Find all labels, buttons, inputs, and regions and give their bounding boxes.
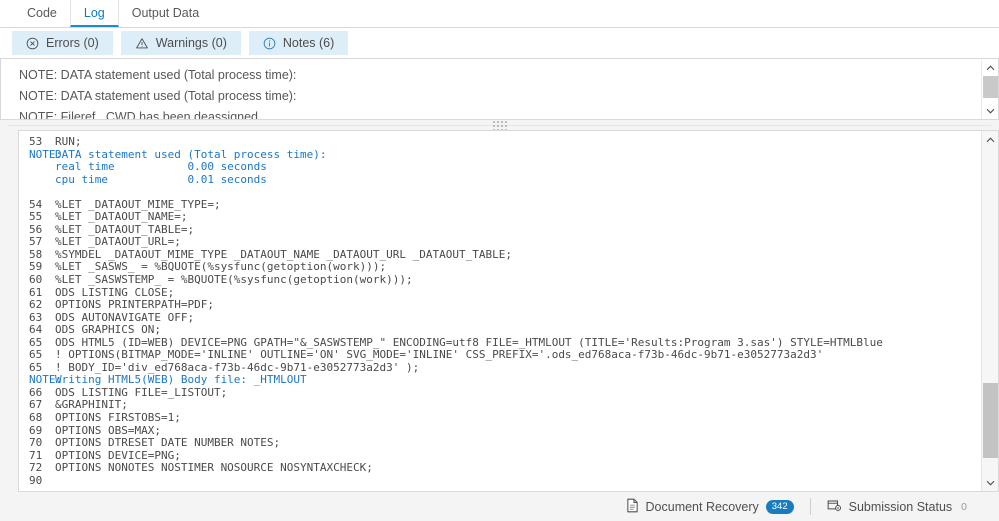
log-line-text: %LET _DATAOUT_MIME_TYPE=;: [55, 198, 221, 211]
log-line-text: OPTIONS DEVICE=PNG;: [55, 449, 181, 462]
log-line-text: ! BODY_ID='div_ed768aca-f73b-46dc-9b71-e…: [55, 361, 419, 374]
panel-splitter[interactable]: [0, 120, 999, 130]
scroll-up-icon[interactable]: [982, 59, 999, 76]
sas-studio-log-view: Code Log Output Data Errors (0): [0, 0, 999, 521]
log-panel-scrollbar[interactable]: [981, 131, 998, 491]
log-line-text: RUN;: [55, 135, 82, 148]
log-line-number: 64: [19, 324, 55, 337]
notes-filter-label: Notes (6): [283, 36, 334, 50]
log-line-text: ODS AUTONAVIGATE OFF;: [55, 311, 194, 324]
log-code-line[interactable]: 72OPTIONS NONOTES NOSTIMER NOSOURCE NOSY…: [19, 462, 981, 475]
log-line-text: OPTIONS NONOTES NOSTIMER NOSOURCE NOSYNT…: [55, 461, 373, 474]
log-line-number: 53: [19, 136, 55, 149]
log-line-text: ! OPTIONS(BITMAP_MODE='INLINE' OUTLINE='…: [55, 348, 823, 361]
tab-output-data[interactable]: Output Data: [119, 0, 212, 27]
log-panel-scroll-thumb[interactable]: [983, 383, 998, 458]
tab-code[interactable]: Code: [14, 0, 70, 27]
warnings-filter-button[interactable]: Warnings (0): [121, 31, 241, 55]
log-line-text: OPTIONS FIRSTOBS=1;: [55, 411, 181, 424]
status-bar: Document Recovery 342 Submission Status …: [0, 492, 999, 521]
tab-code-label: Code: [27, 6, 57, 20]
log-filter-list: Errors (0) Warnings (0): [0, 28, 999, 58]
error-circle-icon: [26, 37, 39, 50]
document-recovery-count-badge: 342: [766, 500, 794, 514]
log-line-text: %SYMDEL _DATAOUT_MIME_TYPE _DATAOUT_NAME…: [55, 248, 512, 261]
scroll-down-icon[interactable]: [982, 102, 999, 119]
log-code-line[interactable]: 90: [19, 475, 981, 488]
note-line[interactable]: NOTE: Fileref _CWD has been deassigned.: [19, 107, 998, 120]
submission-icon: [827, 498, 842, 516]
document-recovery-label: Document Recovery: [646, 500, 759, 514]
log-line-number: 55: [19, 211, 55, 224]
log-line-text: ODS LISTING CLOSE;: [55, 286, 174, 299]
editor-tabstrip: Code Log Output Data: [0, 0, 999, 28]
log-note-line[interactable]: cpu time 0.01 seconds: [19, 174, 981, 187]
warnings-filter-label: Warnings (0): [156, 36, 227, 50]
note-line[interactable]: NOTE: DATA statement used (Total process…: [19, 86, 998, 107]
notes-filter-button[interactable]: Notes (6): [249, 31, 348, 55]
document-recovery-button[interactable]: Document Recovery 342: [610, 498, 810, 516]
tab-list: Code Log Output Data: [0, 0, 999, 27]
log-code-body[interactable]: 53RUN;NOTE:DATA statement used (Total pr…: [19, 131, 981, 487]
scroll-up-icon[interactable]: [982, 131, 999, 148]
log-line-text: ODS LISTING FILE=_LISTOUT;: [55, 386, 227, 399]
log-scroll-region[interactable]: 53RUN;NOTE:DATA statement used (Total pr…: [19, 131, 981, 491]
log-line-number: 62: [19, 299, 55, 312]
document-icon: [626, 498, 639, 516]
log-line-number: 65: [19, 349, 55, 362]
scroll-down-icon[interactable]: [982, 474, 999, 491]
log-line-text: real time 0.00 seconds: [55, 160, 267, 173]
log-line-text: OPTIONS PRINTERPATH=PDF;: [55, 298, 214, 311]
log-line-number: 90: [19, 475, 55, 488]
warning-triangle-icon: [135, 37, 149, 50]
notes-summary-panel: NOTE: DATA statement used (Total process…: [0, 58, 999, 120]
log-line-text: %LET _DATAOUT_NAME=;: [55, 210, 187, 223]
log-line-text: OPTIONS DTRESET DATE NUMBER NOTES;: [55, 436, 280, 449]
log-line-text: OPTIONS OBS=MAX;: [55, 424, 161, 437]
log-line-text: cpu time 0.01 seconds: [55, 173, 267, 186]
log-line-number: NOTE:: [19, 149, 55, 162]
log-line-number: 70: [19, 437, 55, 450]
log-line-text: Writing HTML5(WEB) Body file: _HTMLOUT: [55, 373, 307, 386]
log-line-text: %LET _SASWS_ = %BQUOTE(%sysfunc(getoptio…: [55, 260, 386, 273]
log-line-number: 68: [19, 412, 55, 425]
notes-panel-scrollbar[interactable]: [981, 59, 998, 119]
errors-filter-label: Errors (0): [46, 36, 99, 50]
info-circle-icon: [263, 37, 276, 50]
log-line-text: %LET _DATAOUT_URL=;: [55, 235, 181, 248]
errors-filter-button[interactable]: Errors (0): [12, 31, 113, 55]
log-line-number: 72: [19, 462, 55, 475]
log-line-text: %LET _DATAOUT_TABLE=;: [55, 223, 194, 236]
tab-output-data-label: Output Data: [132, 6, 199, 20]
log-code-line[interactable]: 66ODS LISTING FILE=_LISTOUT;: [19, 387, 981, 400]
notes-panel-scroll-thumb[interactable]: [983, 76, 998, 98]
log-line-number: 60: [19, 274, 55, 287]
log-line-text: ODS HTML5 (ID=WEB) DEVICE=PNG GPATH="&_S…: [55, 336, 883, 349]
log-output-panel: 53RUN;NOTE:DATA statement used (Total pr…: [18, 130, 999, 492]
log-code-line[interactable]: 68OPTIONS FIRSTOBS=1;: [19, 412, 981, 425]
note-line[interactable]: NOTE: DATA statement used (Total process…: [19, 65, 998, 86]
tab-log-label: Log: [84, 6, 105, 20]
submission-status-button[interactable]: Submission Status 0: [811, 498, 985, 516]
submission-status-count-badge: 0: [959, 501, 969, 513]
notes-list: NOTE: DATA statement used (Total process…: [1, 59, 998, 120]
tab-log[interactable]: Log: [70, 0, 119, 27]
log-line-text: DATA statement used (Total process time)…: [55, 148, 327, 161]
log-line-text: ODS GRAPHICS ON;: [55, 323, 161, 336]
submission-status-label: Submission Status: [849, 500, 953, 514]
log-line-text: %LET _SASWSTEMP_ = %BQUOTE(%sysfunc(geto…: [55, 273, 413, 286]
log-filter-bar: Errors (0) Warnings (0): [0, 28, 999, 58]
log-code-line[interactable]: 63ODS AUTONAVIGATE OFF;: [19, 312, 981, 325]
log-line-text: &GRAPHINIT;: [55, 398, 128, 411]
